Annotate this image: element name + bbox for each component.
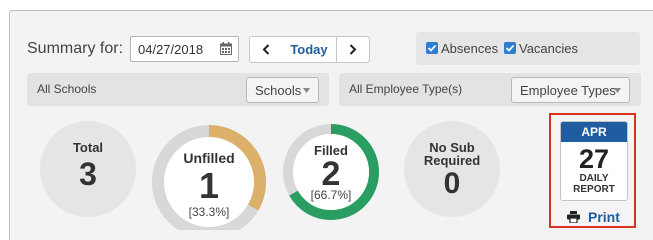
employee-filter-text: All Employee Type(s) — [349, 82, 463, 96]
previous-day-button[interactable] — [249, 36, 282, 63]
daily-report-card[interactable]: APR 27 DAILY REPORT — [560, 121, 628, 201]
unfilled-stat: Unfilled 1 [33.3%] — [164, 137, 254, 227]
filled-stat: Filled 2 [66.7%] — [291, 132, 371, 212]
summary-label: Summary for: — [27, 40, 124, 57]
caret-down-icon — [614, 88, 621, 93]
absences-label[interactable]: Absences — [441, 41, 498, 56]
check-icon — [427, 44, 437, 52]
caret-down-icon — [303, 88, 310, 93]
next-day-button[interactable] — [336, 36, 370, 63]
filled-value: 2 — [321, 155, 341, 193]
total-value: 3 — [79, 156, 97, 192]
filled-percent: [66.7%] — [310, 188, 352, 202]
absences-checkbox[interactable] — [426, 42, 438, 54]
chevron-left-icon — [262, 44, 269, 55]
unfilled-percent: [33.3%] — [188, 205, 230, 219]
printer-icon — [567, 211, 580, 223]
toggle-bar: Absences Vacancies — [416, 32, 640, 65]
total-title: Total — [72, 140, 104, 155]
report-month: APR — [561, 122, 627, 142]
schools-filter-text: All Schools — [37, 82, 97, 96]
daily-report-panel: APR 27 DAILY REPORT Print — [549, 113, 636, 228]
calendar-icon[interactable] — [220, 42, 232, 55]
bottom-tab-edge — [135, 230, 285, 240]
print-link[interactable]: Print — [567, 209, 620, 225]
schools-select-value: Schools — [255, 83, 302, 98]
no-sub-required-stat[interactable]: No Sub Required 0 — [404, 121, 500, 217]
employee-filter-bar: All Employee Type(s) Employee Types — [339, 73, 641, 106]
employee-types-select-value: Employee Types — [520, 83, 616, 98]
employee-types-select[interactable]: Employee Types — [511, 77, 630, 103]
unfilled-title: Unfilled — [183, 150, 235, 166]
check-icon — [505, 44, 515, 52]
vacancies-label[interactable]: Vacancies — [519, 41, 578, 56]
schools-select[interactable]: Schools — [246, 77, 319, 103]
unfilled-value: 1 — [198, 165, 220, 206]
report-label-line1: DAILY — [579, 173, 609, 184]
total-stat[interactable]: Total 3 — [40, 121, 136, 217]
chevron-right-icon — [349, 44, 357, 55]
no-sub-value: 0 — [443, 167, 461, 200]
no-sub-title-line2: Required — [423, 153, 481, 168]
vacancies-checkbox[interactable] — [504, 42, 516, 54]
print-label: Print — [588, 209, 620, 225]
today-button[interactable]: Today — [281, 36, 337, 63]
date-input[interactable]: 04/27/2018 — [130, 36, 239, 62]
report-label-line2: REPORT — [573, 184, 615, 195]
schools-filter-bar: All Schools Schools — [27, 73, 329, 106]
report-day: 27 — [578, 144, 610, 174]
date-value: 04/27/2018 — [138, 42, 204, 57]
